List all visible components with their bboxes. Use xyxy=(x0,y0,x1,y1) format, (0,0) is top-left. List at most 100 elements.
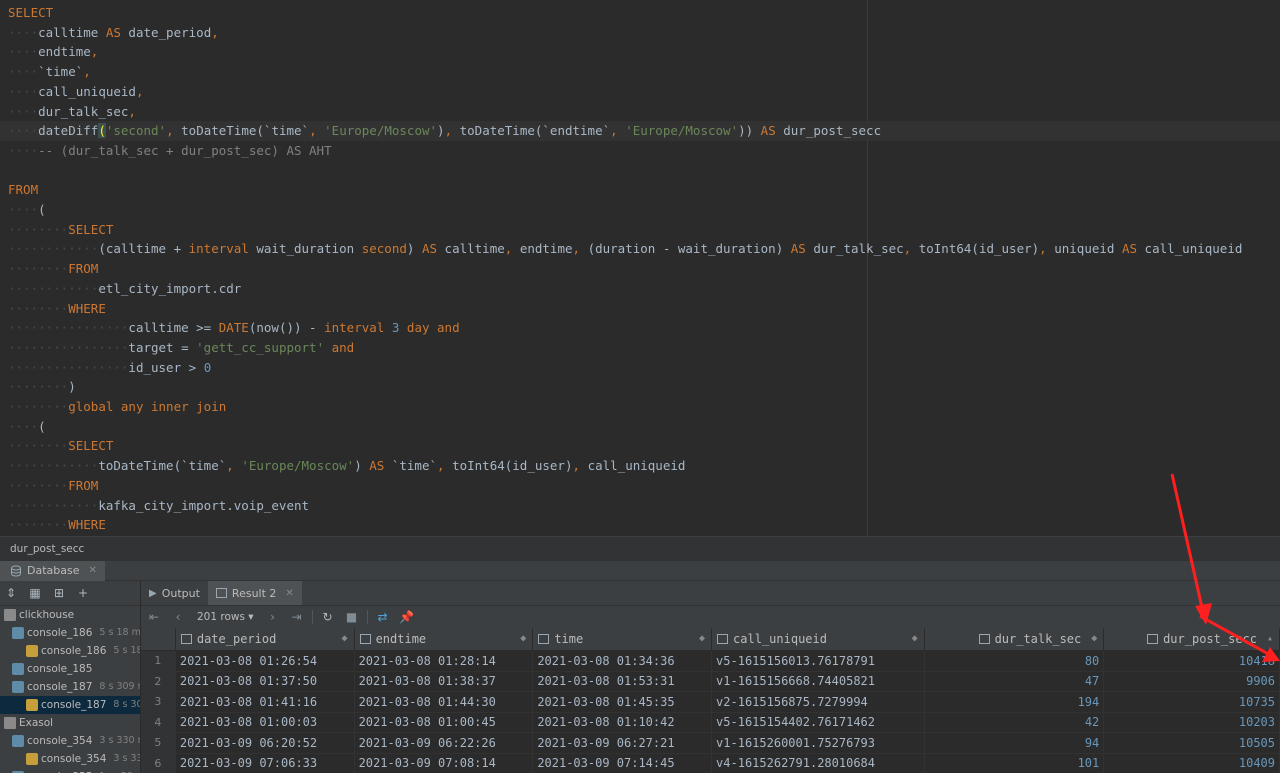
code-line[interactable]: ····calltime AS date_period, xyxy=(8,23,219,43)
first-page-icon[interactable]: ⇤ xyxy=(145,608,163,626)
table-cell[interactable]: 2021-03-09 07:14:45 xyxy=(532,753,713,773)
tree-item-console-185[interactable]: console_185 xyxy=(0,660,140,678)
table-cell[interactable]: 2021-03-08 01:28:14 xyxy=(354,650,534,672)
code-line[interactable]: ················target = 'gett_cc_suppor… xyxy=(8,338,354,358)
stop-icon[interactable]: ■ xyxy=(343,608,361,626)
tree-item-console-187[interactable]: console_187 8 s 309 ms xyxy=(0,678,140,696)
sort-icon[interactable]: ◆ xyxy=(699,628,705,650)
sort-icon[interactable]: ◆ xyxy=(520,628,526,650)
table-cell[interactable]: 2021-03-08 01:41:16 xyxy=(175,691,355,713)
collapse-icon[interactable]: ⇕ xyxy=(2,584,20,602)
code-line[interactable]: ····dur_talk_sec, xyxy=(8,102,136,122)
code-line[interactable]: ················calltime >= DATE(now()) … xyxy=(8,318,460,338)
table-cell[interactable]: 2021-03-08 01:00:45 xyxy=(354,712,534,733)
compare-icon[interactable]: ⇄ xyxy=(374,608,392,626)
sort-icon[interactable]: ◆ xyxy=(1091,628,1097,650)
column-header[interactable]: dur_post_secc ▴ xyxy=(1103,628,1280,651)
code-line[interactable]: ············kafka_city_import.voip_event xyxy=(8,496,309,516)
code-line[interactable]: ····dateDiff('second', toDateTime(`time`… xyxy=(0,121,1280,142)
code-line[interactable]: ········SELECT xyxy=(8,436,113,456)
table-cell[interactable]: 80 xyxy=(924,650,1105,672)
column-header[interactable]: endtime ◆ xyxy=(354,628,534,651)
code-line[interactable]: ········WHERE xyxy=(8,515,106,535)
code-line[interactable]: ················id_user > 0 xyxy=(8,358,211,378)
table-cell[interactable]: 9906 xyxy=(1103,671,1280,692)
code-line[interactable]: ········SELECT xyxy=(8,220,113,240)
tree-item-clickhouse[interactable]: clickhouse xyxy=(0,606,140,624)
table-cell[interactable]: 47 xyxy=(924,671,1105,692)
last-page-icon[interactable]: ⇥ xyxy=(288,608,306,626)
table-cell[interactable]: 2021-03-09 07:08:14 xyxy=(354,753,534,773)
close-icon[interactable]: ✕ xyxy=(89,561,97,581)
table-row[interactable]: 2 2021-03-08 01:37:50 2021-03-08 01:38:37 2… xyxy=(141,671,1280,692)
code-line[interactable]: ····( xyxy=(8,200,46,220)
table-row[interactable]: 6 2021-03-09 07:06:33 2021-03-09 07:08:14 2… xyxy=(141,753,1280,773)
tree-item-console-354[interactable]: console_354 3 s 330 ms xyxy=(0,732,140,750)
code-line[interactable]: ····endtime, xyxy=(8,42,98,62)
table-cell[interactable]: 10735 xyxy=(1103,691,1280,713)
tree-item-console-187[interactable]: console_187 8 s 309 r xyxy=(0,696,140,714)
previous-page-icon[interactable]: ‹ xyxy=(169,608,187,626)
tree-item-console-354[interactable]: console_354 3 s 330 r xyxy=(0,750,140,768)
table-cell[interactable]: 2021-03-09 06:27:21 xyxy=(532,732,713,754)
table-row[interactable]: 1 2021-03-08 01:26:54 2021-03-08 01:28:14 2… xyxy=(141,650,1280,672)
pin-icon[interactable]: 📌 xyxy=(398,608,416,626)
tree-item-console-355[interactable]: console_355 1 m 59 s 12 xyxy=(0,768,140,773)
table-cell[interactable]: 94 xyxy=(924,732,1105,754)
code-line[interactable]: ········global any inner join xyxy=(8,397,226,417)
add-icon[interactable]: + xyxy=(74,584,92,602)
code-line[interactable]: FROM xyxy=(8,180,38,200)
rows-count-dropdown[interactable]: 201 rows ▾ xyxy=(193,611,258,623)
code-line[interactable]: ····call_uniqueid, xyxy=(8,82,143,102)
sql-editor[interactable]: SELECT ····calltime AS date_period, ····en… xyxy=(0,0,1280,536)
table-cell[interactable]: 2021-03-08 01:10:42 xyxy=(532,712,713,733)
group-icon[interactable]: ▦ xyxy=(26,584,44,602)
column-header[interactable]: time ◆ xyxy=(532,628,713,651)
database-tab[interactable]: Database ✕ xyxy=(0,561,105,581)
table-row[interactable]: 3 2021-03-08 01:41:16 2021-03-08 01:44:30 2… xyxy=(141,691,1280,713)
column-header[interactable]: date_period ◆ xyxy=(175,628,355,651)
sort-icon[interactable]: ◆ xyxy=(912,628,918,650)
table-cell[interactable]: v4-1615262791.28010684 xyxy=(711,753,925,773)
table-cell[interactable]: v2-1615156875.7279994 xyxy=(711,691,925,713)
tab-output[interactable]: ▶ Output xyxy=(141,581,208,605)
filter-icon[interactable]: ⊞ xyxy=(50,584,68,602)
table-cell[interactable]: 101 xyxy=(924,753,1105,773)
table-cell[interactable]: 2021-03-08 01:26:54 xyxy=(175,650,355,672)
table-cell[interactable]: 10203 xyxy=(1103,712,1280,733)
table-cell[interactable]: v5-1615156013.76178791 xyxy=(711,650,925,672)
table-cell[interactable]: 2021-03-08 01:44:30 xyxy=(354,691,534,713)
code-line[interactable]: ············(calltime + interval wait_du… xyxy=(8,239,1242,259)
close-icon[interactable]: ✕ xyxy=(285,588,293,599)
sort-icon[interactable]: ◆ xyxy=(342,628,348,650)
table-cell[interactable]: 2021-03-09 07:06:33 xyxy=(175,753,355,773)
code-line[interactable]: ····-- (dur_talk_sec + dur_post_sec) AS … xyxy=(8,141,332,161)
table-cell[interactable]: 2021-03-08 01:53:31 xyxy=(532,671,713,692)
table-cell[interactable]: 10505 xyxy=(1103,732,1280,754)
column-header[interactable]: dur_talk_sec ◆ xyxy=(924,628,1105,651)
table-row[interactable]: 4 2021-03-08 01:00:03 2021-03-08 01:00:45 2… xyxy=(141,712,1280,733)
code-line[interactable]: ············etl_city_import.cdr xyxy=(8,279,241,299)
code-line[interactable]: SELECT xyxy=(8,3,53,23)
table-cell[interactable]: 194 xyxy=(924,691,1105,713)
table-row[interactable]: 5 2021-03-09 06:20:52 2021-03-09 06:22:26 2… xyxy=(141,732,1280,754)
table-cell[interactable]: v5-1615154402.76171462 xyxy=(711,712,925,733)
table-cell[interactable]: 2021-03-08 01:45:35 xyxy=(532,691,713,713)
tree-item-console-186[interactable]: console_186 5 s 18 m xyxy=(0,642,140,660)
next-page-icon[interactable]: › xyxy=(264,608,282,626)
table-cell[interactable]: 10418 xyxy=(1103,650,1280,672)
code-line[interactable]: ········) xyxy=(8,377,76,397)
code-line[interactable]: ····`time`, xyxy=(8,62,91,82)
code-line[interactable]: ············toDateTime(`time`, 'Europe/M… xyxy=(8,456,685,476)
table-cell[interactable]: 2021-03-08 01:34:36 xyxy=(532,650,713,672)
column-header[interactable]: call_uniqueid ◆ xyxy=(711,628,925,651)
tree-item-console-186[interactable]: console_186 5 s 18 ms xyxy=(0,624,140,642)
reload-icon[interactable]: ↻ xyxy=(319,608,337,626)
code-line[interactable]: ········WHERE xyxy=(8,299,106,319)
tree-item-exasol[interactable]: Exasol xyxy=(0,714,140,732)
table-cell[interactable]: 42 xyxy=(924,712,1105,733)
table-cell[interactable]: 2021-03-08 01:38:37 xyxy=(354,671,534,692)
table-cell[interactable]: 2021-03-08 01:37:50 xyxy=(175,671,355,692)
table-cell[interactable]: v1-1615260001.75276793 xyxy=(711,732,925,754)
code-line[interactable]: ········FROM xyxy=(8,259,98,279)
